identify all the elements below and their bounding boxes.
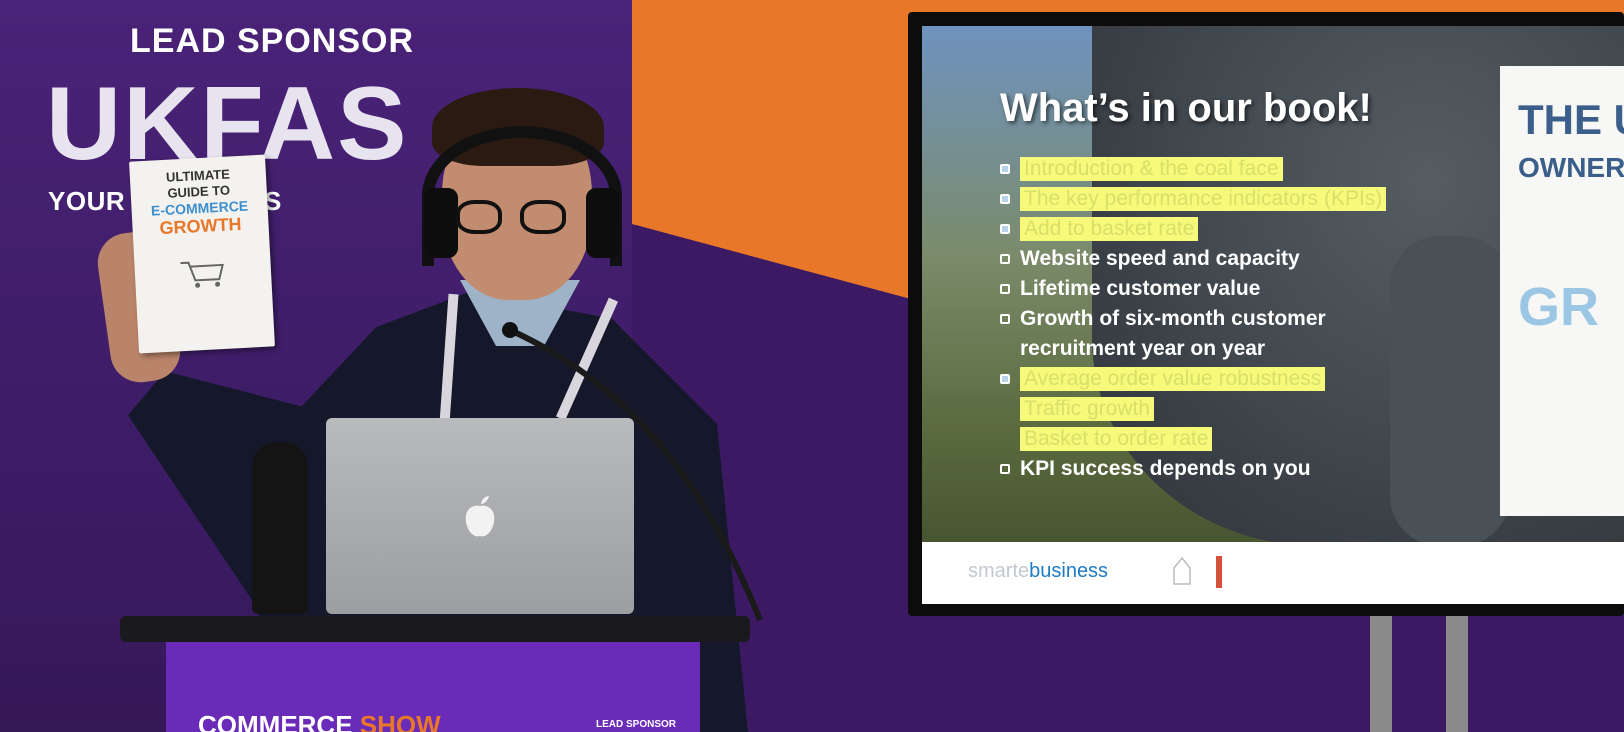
- podium-lead-sponsor: LEAD SPONSOR: [596, 719, 677, 730]
- footer-brand-suffix: business: [1029, 560, 1109, 582]
- checkbox-bullet-icon: [1000, 254, 1010, 264]
- slide-bullet-item: KPI success depends on you: [1000, 454, 1420, 484]
- slide-bullet-text: Lifetime customer value: [1020, 277, 1261, 300]
- held-book: ULTIMATE GUIDE TO E-COMMERCE GROWTH: [129, 154, 275, 354]
- checkbox-bullet-icon: [1000, 194, 1010, 204]
- glasses-lens: [520, 200, 566, 234]
- checkbox-bullet-icon: [1000, 314, 1010, 324]
- slide-bullet-item: Lifetime customer value: [1000, 274, 1420, 304]
- slide-bullet-item: Website speed and capacity: [1000, 244, 1420, 274]
- glasses-lens: [456, 200, 502, 234]
- podium-event-prefix: COMMERCE: [198, 710, 353, 732]
- desk-speaker: [252, 442, 308, 614]
- photo-scene: LEAD SPONSOR UKFAS YOUR S OUR BUS ULTIMA…: [0, 0, 1624, 732]
- slide-bullet-item: recruitment year on year: [1000, 334, 1420, 364]
- slide-bullet-item: Add to basket rate: [1000, 214, 1420, 244]
- slide-bullet-list: Introduction & the coal face The key perf…: [1000, 154, 1420, 484]
- slide-title: What’s in our book!: [1000, 86, 1372, 130]
- checkbox-bullet-icon: [1000, 464, 1010, 474]
- apple-logo-icon: [465, 496, 495, 537]
- slide-footer: smartebusiness: [922, 542, 1624, 604]
- slide-bullet-text: Website speed and capacity: [1020, 247, 1300, 270]
- slide-bullet-text: Add to basket rate: [1020, 217, 1199, 241]
- footer-red-mark: [1216, 556, 1222, 588]
- slide-bullet-item: The key performance indicators (KPIs): [1000, 184, 1420, 214]
- podium-top: [120, 616, 750, 642]
- slide-bullet-text: Average order value robustness: [1020, 367, 1326, 391]
- footer-brand: smartebusiness: [968, 560, 1108, 583]
- podium-event-suffix: SHOW: [359, 710, 441, 732]
- slide-bullet-text: Introduction & the coal face: [1020, 157, 1283, 181]
- slide-bullet-text: Basket to order rate: [1020, 427, 1213, 451]
- presentation-slide: What’s in our book! Introduction & the c…: [922, 26, 1624, 604]
- screen-stand-pole: [1370, 610, 1392, 732]
- slide-book-cover-line: OWNER: [1518, 152, 1624, 183]
- slide-bullet-text: recruitment year on year: [1020, 337, 1266, 360]
- slide-book-cover-line: THE U: [1518, 96, 1624, 143]
- footer-brand-prefix: smarte: [968, 560, 1030, 582]
- slide-bullet-text: KPI success depends on you: [1020, 457, 1311, 480]
- podium-event-name: COMMERCE SHOW: [198, 710, 441, 732]
- slide-bullet-item: Growth of six-month customer: [1000, 304, 1420, 334]
- slide-bullet-item: Average order value robustness: [1000, 364, 1420, 394]
- slide-book-cover: THE U OWNER GR: [1500, 66, 1624, 516]
- slide-book-cover-line: GR: [1518, 277, 1599, 337]
- slide-bullet-item: Introduction & the coal face: [1000, 154, 1420, 184]
- checkbox-bullet-icon: [1000, 224, 1010, 234]
- slide-bullet-text: Traffic growth: [1020, 397, 1155, 421]
- checkbox-bullet-icon: [1000, 374, 1010, 384]
- headphone-ear-cup: [586, 188, 620, 258]
- checkbox-bullet-icon: [1000, 284, 1010, 294]
- checkbox-bullet-icon: [1000, 164, 1010, 174]
- slide-bullet-item: Traffic growth: [1000, 394, 1420, 424]
- screen-stand-pole: [1446, 610, 1468, 732]
- slide-bullet-text: Growth of six-month customer: [1020, 307, 1326, 330]
- slide-bullet-item: Basket to order rate: [1000, 424, 1420, 454]
- headphone-ear-cup: [424, 188, 458, 258]
- house-logo-icon: [1173, 556, 1191, 585]
- slide-bullet-text: The key performance indicators (KPIs): [1020, 187, 1387, 211]
- shopping-cart-icon: [180, 261, 224, 288]
